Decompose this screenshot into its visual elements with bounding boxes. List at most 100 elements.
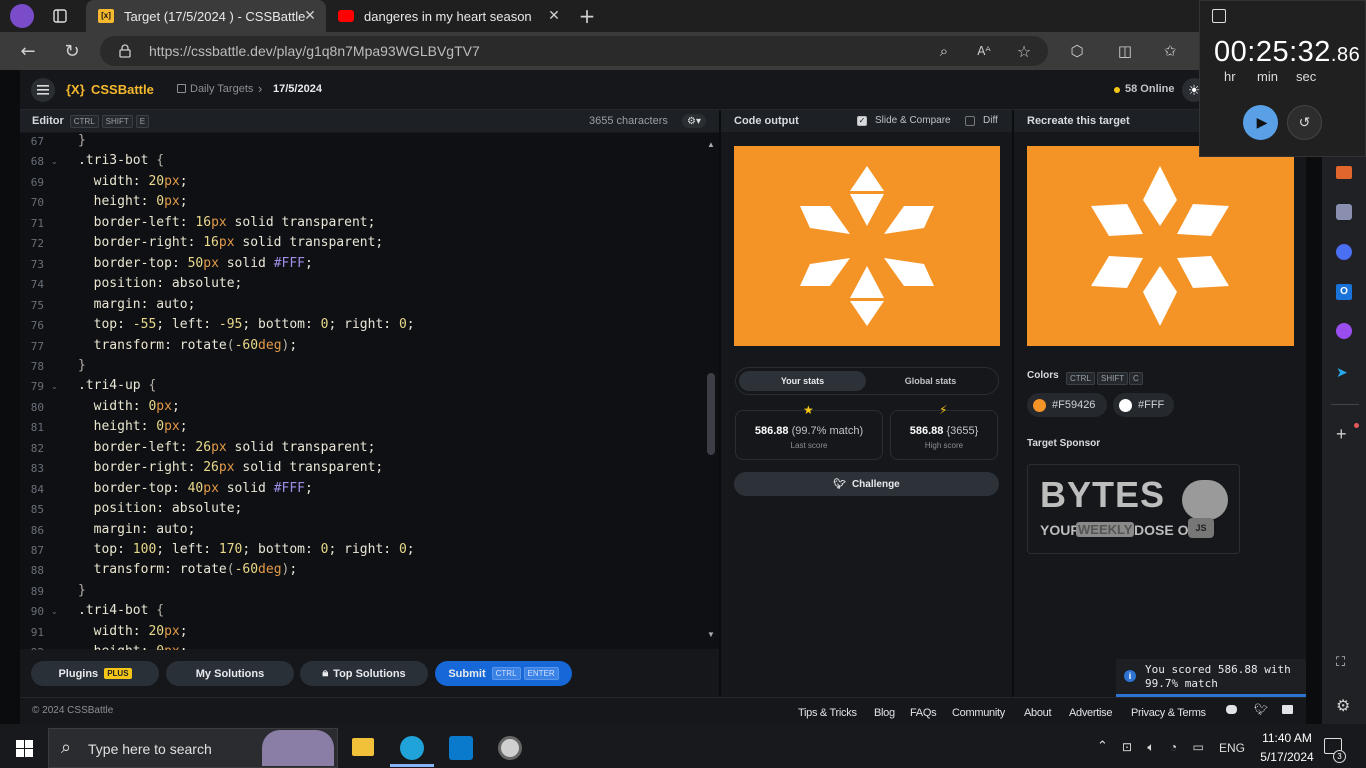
footer-link-community[interactable]: Community (952, 707, 1005, 719)
footer-link-privacy[interactable]: Privacy & Terms (1131, 707, 1206, 719)
code-line[interactable]: top: 100; left: 170; bottom: 0; right: 0… (78, 542, 415, 557)
file-explorer-icon[interactable] (352, 738, 374, 756)
code-line[interactable]: border-top: 50px solid #FFF; (78, 256, 313, 271)
color-chip-white[interactable]: #FFF (1113, 393, 1174, 417)
footer-link-faqs[interactable]: FAQs (910, 707, 937, 719)
code-line[interactable]: width: 20px; (78, 174, 188, 189)
challenge-button[interactable]: 🐦︎ Challenge (734, 472, 999, 496)
editor-settings-button[interactable]: ⚙▾ (682, 114, 706, 128)
vscode-icon[interactable] (449, 736, 473, 760)
tray-icons[interactable]: ⊡ 🔈︎ ◔ ▭ (1122, 740, 1210, 755)
tab-cssbattle[interactable]: [x] Target (17/5/2024 ) - CSSBattle ✕ (86, 0, 326, 32)
diff-label[interactable]: Diff (983, 115, 998, 126)
breadcrumb-parent[interactable]: Daily Targets (190, 83, 253, 95)
code-line[interactable]: .tri4-bot { (78, 603, 164, 618)
brand-logo-icon[interactable]: {X} (66, 82, 85, 97)
tab-global-stats[interactable]: Global stats (866, 371, 995, 391)
footer-link-about[interactable]: About (1024, 707, 1052, 719)
code-output-canvas[interactable] (734, 146, 1000, 346)
slide-compare-checkbox[interactable]: ✓ (857, 116, 867, 126)
tray-date[interactable]: 5/17/2024 (1253, 750, 1321, 764)
footer-link-advertise[interactable]: Advertise (1069, 707, 1112, 719)
code-line[interactable]: .tri4-up { (78, 378, 156, 393)
games-icon[interactable] (1336, 204, 1352, 220)
favorites-icon[interactable]: ✩ (1160, 41, 1180, 61)
copilot-icon[interactable] (1336, 244, 1352, 260)
add-icon[interactable]: + (1336, 424, 1347, 445)
score-toast[interactable]: i You scored 586.88 with 99.7% match (1116, 659, 1306, 697)
fold-arrow-icon[interactable]: ⌄ (51, 607, 58, 616)
submit-button[interactable]: Submit CTRL ENTER (435, 661, 572, 686)
code-line[interactable]: position: absolute; (78, 501, 243, 516)
favorite-star-icon[interactable]: ☆ (1014, 41, 1034, 61)
color-chip-orange[interactable]: #F59426 (1027, 393, 1107, 417)
code-line[interactable]: } (78, 583, 86, 598)
tools-icon[interactable] (1336, 166, 1352, 179)
footer-link-blog[interactable]: Blog (874, 707, 895, 719)
mail-icon[interactable] (1282, 705, 1293, 714)
my-solutions-button[interactable]: My Solutions (166, 661, 294, 686)
code-line[interactable]: transform: rotate(-60deg); (78, 338, 298, 353)
twitter-icon[interactable]: 🐦︎ (1254, 703, 1268, 716)
code-line[interactable]: border-right: 26px solid transparent; (78, 460, 384, 475)
profile-avatar[interactable] (10, 4, 34, 28)
code-line[interactable]: border-left: 26px solid transparent; (78, 440, 376, 455)
close-icon[interactable]: ✕ (546, 8, 562, 24)
discord-icon[interactable] (1226, 705, 1237, 714)
code-line[interactable]: width: 0px; (78, 399, 180, 414)
plugins-button[interactable]: Plugins PLUS (31, 661, 159, 686)
scroll-down-icon[interactable]: ▼ (707, 630, 715, 639)
close-icon[interactable]: ✕ (302, 8, 318, 24)
split-screen-icon[interactable]: ◫ (1115, 41, 1135, 61)
tab-youtube[interactable]: dangeres in my heart season 2 ep ✕ (330, 0, 570, 32)
code-line[interactable]: .tri3-bot { (78, 153, 164, 168)
menu-button[interactable] (31, 78, 55, 102)
back-icon[interactable]: ← (17, 40, 39, 62)
editor-scrollbar[interactable]: ▲ ▼ (706, 140, 716, 640)
fold-arrow-icon[interactable]: ⌄ (51, 157, 58, 166)
tray-chevron-icon[interactable]: ⌃ (1097, 738, 1108, 754)
code-line[interactable]: } (78, 358, 86, 373)
fold-arrow-icon[interactable]: ⌄ (51, 382, 58, 391)
code-line[interactable]: height: 0px; (78, 194, 188, 209)
screenshot-icon[interactable]: ⛶ (1336, 654, 1345, 670)
brand-name[interactable]: CSSBattle (91, 82, 154, 97)
code-line[interactable]: margin: auto; (78, 522, 196, 537)
top-solutions-button[interactable]: 🔒︎ Top Solutions (300, 661, 428, 686)
code-line[interactable]: height: 0px; (78, 419, 188, 434)
windows-start-icon[interactable] (16, 740, 33, 757)
extensions-icon[interactable]: ⬡ (1067, 41, 1087, 61)
settings-gear-icon[interactable]: ⚙ (1336, 696, 1350, 716)
code-line[interactable]: border-right: 16px solid transparent; (78, 235, 384, 250)
code-line[interactable]: margin: auto; (78, 297, 196, 312)
code-line[interactable]: border-top: 40px solid #FFF; (78, 481, 313, 496)
code-line[interactable]: position: absolute; (78, 276, 243, 291)
code-line[interactable]: } (78, 133, 86, 148)
send-icon[interactable]: ➤ (1336, 364, 1348, 381)
outlook-icon[interactable]: O (1336, 284, 1352, 300)
read-aloud-icon[interactable]: Aᴬ (974, 41, 994, 61)
designer-icon[interactable] (1336, 323, 1352, 339)
new-tab-icon[interactable]: + (577, 4, 597, 28)
slide-compare-label[interactable]: Slide & Compare (875, 115, 951, 126)
tray-time[interactable]: 11:40 AM (1257, 731, 1317, 745)
code-line[interactable]: transform: rotate(-60deg); (78, 562, 298, 577)
zoom-icon[interactable]: ⌕ (934, 41, 954, 61)
scroll-up-icon[interactable]: ▲ (707, 140, 715, 149)
diff-checkbox[interactable] (965, 116, 975, 126)
tray-language[interactable]: ENG (1219, 741, 1245, 755)
target-canvas[interactable] (1027, 146, 1294, 346)
timer-play-button[interactable]: ▶ (1243, 105, 1278, 140)
footer-link-tips[interactable]: Tips & Tricks (798, 707, 857, 719)
code-line[interactable]: width: 20px; (78, 624, 188, 639)
tab-actions-icon[interactable] (50, 6, 70, 26)
scroll-thumb[interactable] (707, 373, 715, 455)
expand-icon[interactable] (1212, 9, 1226, 23)
timer-reset-button[interactable]: ↺ (1287, 105, 1322, 140)
code-line[interactable]: top: -55; left: -95; bottom: 0; right: 0… (78, 317, 415, 332)
edge-browser-icon[interactable] (400, 736, 424, 760)
clock-app-icon[interactable] (498, 736, 522, 760)
code-line[interactable]: border-left: 16px solid transparent; (78, 215, 376, 230)
tab-your-stats[interactable]: Your stats (739, 371, 866, 391)
refresh-icon[interactable]: ↻ (61, 40, 83, 62)
